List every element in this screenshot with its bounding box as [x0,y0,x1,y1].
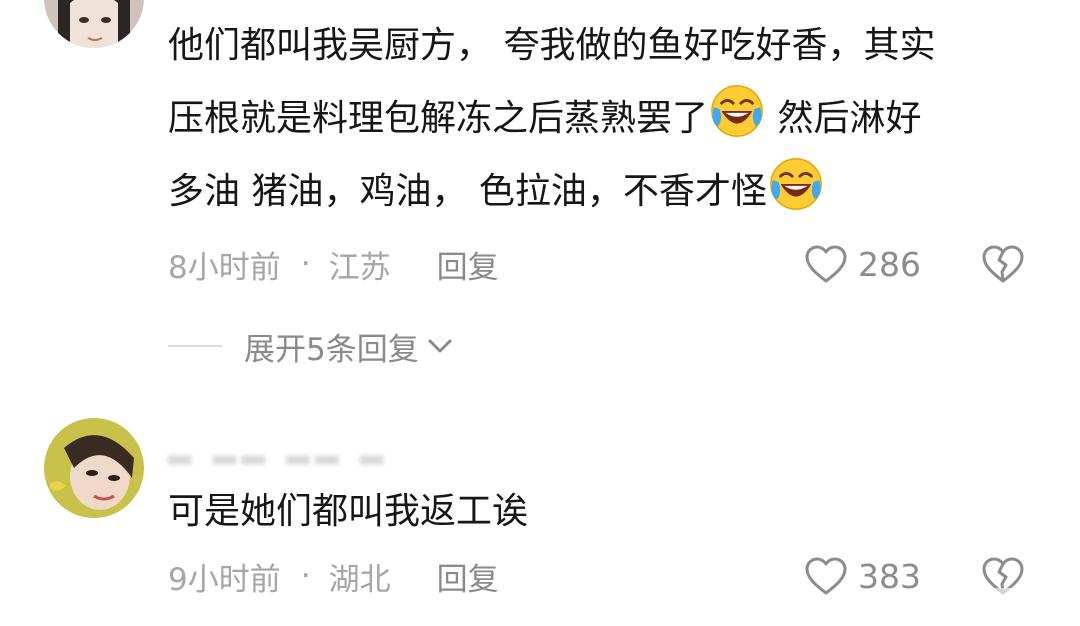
comment-line: 可是她们都叫我返工诶 [168,491,529,532]
comment-line: 他们都叫我吴厨方， 夸我做的鱼好吃好香，其实 [168,25,936,66]
heart-icon [805,245,847,283]
comment-meta: 9小时前 · 湖北 回复 [168,554,499,599]
username-blurred: ▂ ▂▂ ▂▂ ▂ [168,430,390,465]
avatar[interactable] [44,0,144,48]
like-button[interactable]: 286 [804,241,921,287]
comment-location: 湖北 [328,561,391,598]
comment-line-segment: 多油 猪油，鸡油， 色拉油，不香才怪 [168,171,767,212]
comment-line: 压根就是料理包解冻之后蒸熟罢了 然后淋好 [168,82,1038,155]
comment-location: 江苏 [328,249,391,286]
comment-text: 他们都叫我吴厨方， 夸我做的鱼好吃好香，其实 压根就是料理包解冻之后蒸熟罢了 然… [168,10,1038,228]
comment-time: 9小时前 [168,561,281,598]
comment-meta: 8小时前 · 江苏 回复 [168,242,499,287]
avatar[interactable] [44,418,144,518]
comment-line-segment: 压根就是料理包解冻之后蒸熟罢了 [168,98,709,139]
watermark-overlay [842,588,1062,616]
laughing-crying-emoji-icon [711,85,763,137]
broken-heart-icon[interactable] [980,241,1026,287]
meta-separator: · [300,246,311,282]
meta-separator: · [300,558,311,594]
divider-line [168,345,222,347]
like-count: 286 [858,244,921,284]
chevron-down-icon [428,339,452,353]
comment-text: 可是她们都叫我返工诶 [168,476,1038,548]
comment-time: 8小时前 [168,249,281,286]
expand-replies-label: 展开5条回复 [244,331,419,368]
laughing-crying-emoji-icon [770,158,822,210]
reply-button[interactable]: 回复 [437,242,499,287]
comment-line-segment: 然后淋好 [766,98,922,139]
expand-replies-button[interactable]: 展开5条回复 [168,326,453,368]
reply-button[interactable]: 回复 [437,554,499,599]
comment-line: 多油 猪油，鸡油， 色拉油，不香才怪 [168,155,1038,228]
